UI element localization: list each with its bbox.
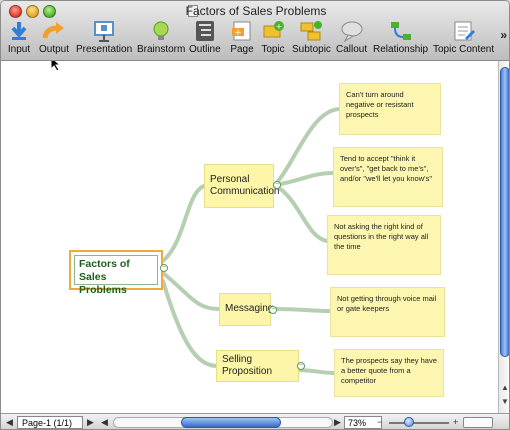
toolbar-presentation-button[interactable]: Presentation xyxy=(76,20,132,60)
scroll-down-arrow-icon[interactable]: ▼ xyxy=(501,397,509,406)
scroll-up-arrow-icon[interactable]: ▲ xyxy=(501,383,509,392)
topic-label: Messaging xyxy=(225,303,274,315)
subtopic-note[interactable]: The prospects say they have a better quo… xyxy=(334,349,444,397)
input-arrow-icon xyxy=(7,20,31,42)
zoom-out-icon[interactable]: − xyxy=(377,417,382,427)
toolbar-callout-button[interactable]: Callout xyxy=(336,20,367,60)
output-arrow-icon xyxy=(42,20,66,42)
topic-icon: + xyxy=(261,20,285,42)
collapse-toggle[interactable]: − xyxy=(269,306,277,314)
mind-map-canvas[interactable]: Factors of Sales Problems − Personal Com… xyxy=(1,61,498,413)
page-icon: + xyxy=(230,20,254,42)
svg-text:+: + xyxy=(276,22,283,31)
svg-text:+: + xyxy=(234,28,242,38)
presentation-icon xyxy=(92,20,116,42)
toolbar-overflow-button[interactable]: » xyxy=(500,28,507,42)
window-title: Factors of Sales Problems xyxy=(185,4,327,18)
horizontal-scroll-thumb[interactable] xyxy=(181,417,281,428)
topic-personal-communication[interactable]: Personal Communication xyxy=(204,164,279,208)
topic-messaging[interactable]: Messaging xyxy=(219,293,274,326)
vertical-scroll-thumb[interactable] xyxy=(500,67,509,357)
toolbar-topic-button[interactable]: + Topic xyxy=(261,20,285,60)
topic-label: Personal Communication xyxy=(210,173,280,198)
toolbar-brainstorm-button[interactable]: Brainstorm xyxy=(137,20,185,60)
toolbar-topic-content-button[interactable]: Topic Content xyxy=(433,20,494,60)
title-bar: Factors of Sales Problems Input Output P… xyxy=(1,1,509,61)
subtopic-icon xyxy=(299,20,323,42)
toolbar-subtopic-button[interactable]: Subtopic xyxy=(292,20,331,60)
subtopic-note[interactable]: Not getting through voice mail or gate k… xyxy=(330,287,445,337)
collapse-toggle[interactable]: − xyxy=(273,181,281,189)
zoom-slider-knob[interactable] xyxy=(404,417,414,427)
previous-page-arrow-icon[interactable]: ◀ xyxy=(6,417,13,428)
relationship-icon xyxy=(389,20,413,42)
mouse-pointer-icon xyxy=(50,61,62,72)
toolbar-page-button[interactable]: + Page xyxy=(230,20,254,60)
brainstorm-bulb-icon xyxy=(149,20,173,42)
toolbar-outline-button[interactable]: Outline xyxy=(189,20,221,60)
view-mode-toggle[interactable] xyxy=(463,417,493,428)
vertical-scrollbar[interactable]: ▲ ▼ xyxy=(498,61,509,413)
toolbar-relationship-button[interactable]: Relationship xyxy=(373,20,428,60)
collapse-toggle[interactable]: − xyxy=(160,264,168,272)
zoom-in-icon[interactable]: + xyxy=(453,417,458,427)
subtopic-note[interactable]: Not asking the right kind of questions i… xyxy=(327,215,441,275)
subtopic-note[interactable]: Can't turn around negative or resistant … xyxy=(339,83,441,135)
app-window: Factors of Sales Problems Input Output P… xyxy=(0,0,510,430)
central-topic-label: Factors of Sales Problems xyxy=(74,255,158,296)
toolbar-output-button[interactable]: Output xyxy=(39,20,69,60)
next-page-arrow-icon[interactable]: ▶ xyxy=(87,417,94,428)
topic-selling-proposition[interactable]: Selling Proposition xyxy=(216,350,299,382)
scroll-right-arrow-icon[interactable]: ▶ xyxy=(334,417,341,428)
toolbar-input-button[interactable]: Input xyxy=(7,20,31,60)
collapse-toggle[interactable]: − xyxy=(297,362,305,370)
subtopic-note[interactable]: Tend to accept "think it over's", "get b… xyxy=(333,147,443,207)
outline-icon xyxy=(193,20,217,42)
page-selector[interactable]: Page-1 (1/1) xyxy=(17,416,83,429)
status-bar: ◀ Page-1 (1/1) ▶ ◀ ▶ 73% − + xyxy=(1,413,509,429)
callout-icon xyxy=(340,20,364,43)
scroll-left-arrow-icon[interactable]: ◀ xyxy=(101,417,108,428)
topic-content-icon xyxy=(452,20,476,42)
topic-label: Selling Proposition xyxy=(222,353,273,378)
zoom-slider-track[interactable] xyxy=(389,422,449,424)
central-topic[interactable]: Factors of Sales Problems xyxy=(69,250,163,296)
